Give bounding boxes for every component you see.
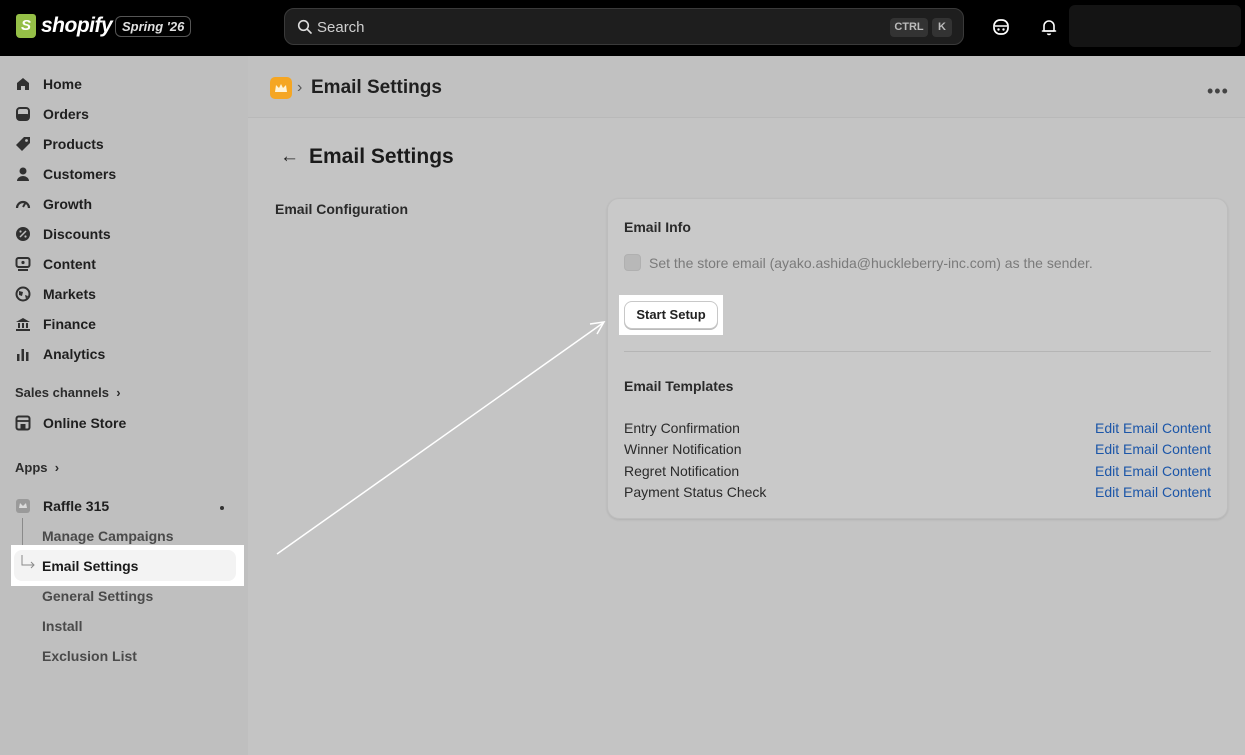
apps-heading[interactable]: Apps › — [15, 460, 59, 475]
storefront-icon — [15, 415, 31, 431]
assistant-icon[interactable] — [991, 17, 1011, 37]
crown-icon — [275, 84, 287, 92]
bank-icon — [16, 318, 30, 331]
breadcrumb-separator-icon: › — [297, 79, 303, 96]
email-info-heading: Email Info — [624, 219, 691, 235]
sidebar-item-label: Online Store — [43, 415, 127, 431]
start-setup-button[interactable]: Start Setup — [624, 301, 718, 329]
template-name: Winner Notification — [624, 441, 742, 457]
sidebar-item-online-store[interactable]: Online Store — [15, 411, 126, 435]
chevron-right-icon: › — [51, 460, 60, 475]
app-bar-title: Email Settings — [311, 77, 442, 98]
sidebar-item-orders[interactable]: Orders — [15, 102, 89, 126]
sidebar-item-home[interactable]: Home — [15, 72, 82, 96]
sidebar-item-label: Content — [43, 256, 96, 272]
sidebar-item-label: Orders — [43, 106, 89, 122]
tag-icon — [16, 137, 30, 151]
more-actions-icon[interactable]: ••• — [1207, 81, 1229, 102]
sidebar-item-label: Growth — [43, 196, 92, 212]
tree-branch-arrow-icon — [21, 555, 35, 569]
card-divider — [624, 351, 1211, 352]
template-name: Regret Notification — [624, 463, 740, 479]
bell-icon[interactable] — [1039, 17, 1059, 37]
home-icon — [17, 78, 29, 90]
shortcut-ctrl-key: CTRL — [890, 18, 928, 37]
search-icon — [297, 19, 312, 34]
chevron-right-icon: › — [112, 385, 121, 400]
gauge-icon — [15, 200, 31, 209]
sidebar-item-finance[interactable]: Finance — [15, 312, 96, 336]
sidebar-item-label: Customers — [43, 166, 117, 182]
sidebar-subitem-manage-campaigns[interactable]: Manage Campaigns — [42, 528, 173, 544]
shopify-logo[interactable]: shopify — [16, 14, 113, 38]
shopify-bag-icon — [16, 14, 36, 38]
email-configuration-label: Email Configuration — [275, 201, 408, 217]
sidebar-item-label: Raffle 315 — [43, 498, 110, 514]
orders-icon — [16, 107, 30, 121]
sidebar-subitem-general-settings[interactable]: General Settings — [42, 588, 153, 604]
annotation-arrow — [276, 321, 606, 555]
top-bar: shopify Spring '26 Search CTRL K — [0, 0, 1245, 56]
content-icon — [15, 257, 31, 271]
sidebar-item-label: Finance — [43, 316, 96, 332]
person-icon — [17, 167, 29, 181]
sidebar-item-products[interactable]: Products — [15, 132, 104, 156]
edit-email-content-link[interactable]: Edit Email Content — [1095, 420, 1211, 436]
edit-email-content-link[interactable]: Edit Email Content — [1095, 441, 1211, 457]
sidebar-item-label: Home — [43, 76, 82, 92]
sidebar-subitem-install[interactable]: Install — [42, 618, 82, 634]
sidebar-subitem-exclusion-list[interactable]: Exclusion List — [42, 648, 137, 664]
sender-checkbox-label: Set the store email (ayako.ashida@huckle… — [649, 255, 1093, 271]
apps-label: Apps — [15, 460, 48, 475]
template-name: Entry Confirmation — [624, 420, 740, 436]
sidebar-item-analytics[interactable]: Analytics — [15, 342, 105, 366]
edit-email-content-link[interactable]: Edit Email Content — [1095, 484, 1211, 500]
page-title: Email Settings — [309, 145, 454, 168]
sidebar-item-growth[interactable]: Growth — [15, 192, 92, 216]
sidebar-subitem-email-settings[interactable]: Email Settings — [42, 558, 138, 574]
sender-checkbox[interactable] — [624, 254, 641, 271]
store-menu[interactable] — [1069, 5, 1241, 47]
sidebar-item-markets[interactable]: Markets — [15, 282, 96, 306]
brand-name: shopify — [41, 14, 113, 37]
sidebar-item-raffle-app[interactable]: Raffle 315 — [15, 494, 109, 518]
sales-channels-heading[interactable]: Sales channels › — [15, 385, 121, 400]
email-templates-heading: Email Templates — [624, 378, 734, 394]
search-bar[interactable]: Search CTRL K — [284, 8, 964, 45]
sidebar-item-discounts[interactable]: Discounts — [15, 222, 111, 246]
sidebar-item-content[interactable]: Content — [15, 252, 96, 276]
edition-badge: Spring '26 — [115, 16, 192, 37]
app-pin-dot — [220, 506, 224, 510]
edit-email-content-link[interactable]: Edit Email Content — [1095, 463, 1211, 479]
sidebar-item-customers[interactable]: Customers — [15, 162, 116, 186]
search-placeholder: Search — [317, 19, 365, 36]
shortcut-k-key: K — [932, 18, 952, 37]
app-icon — [16, 499, 30, 513]
sidebar-item-label: Discounts — [43, 226, 111, 242]
back-arrow-icon[interactable]: ← — [280, 146, 299, 168]
sidebar-item-label: Products — [43, 136, 104, 152]
sidebar-item-label: Markets — [43, 286, 96, 302]
raffle-app-icon[interactable] — [270, 77, 292, 99]
template-name: Payment Status Check — [624, 484, 767, 500]
sidebar-item-label: Analytics — [43, 346, 106, 362]
discount-icon — [16, 227, 30, 241]
sales-channels-label: Sales channels — [15, 385, 109, 400]
globe-icon — [15, 286, 31, 302]
bar-chart-icon — [17, 349, 29, 361]
